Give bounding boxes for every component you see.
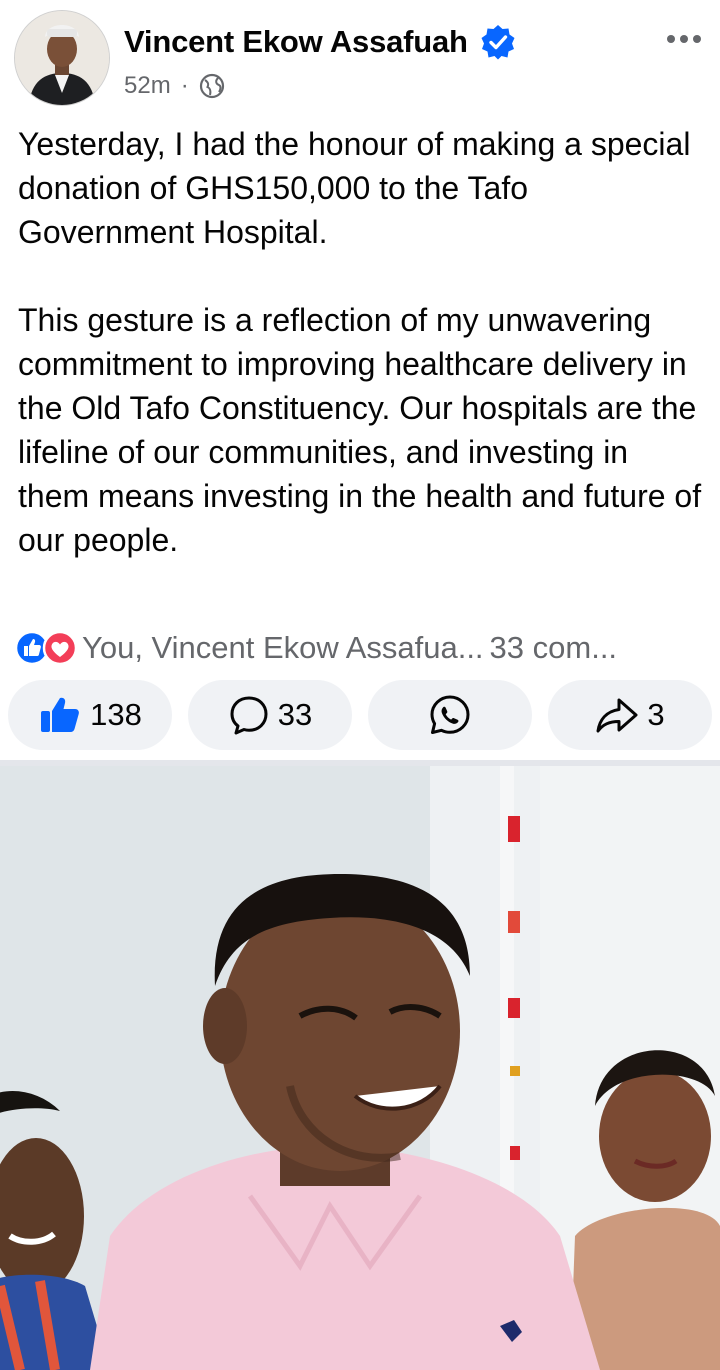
meta-separator: · [180,72,189,99]
verified-badge-icon [481,25,515,60]
whatsapp-share-button[interactable] [368,680,532,750]
reaction-names: You, Vincent Ekow Assafua... [82,630,484,665]
post-photo[interactable] [0,766,720,1370]
comment-button[interactable]: 33 [188,680,352,750]
share-icon [596,698,638,733]
post-actions: 138 33 3 [0,678,720,754]
post-meta: 52m · [124,72,225,100]
reaction-icons [14,630,80,666]
comment-count: 33 [277,697,313,732]
share-button[interactable]: 3 [548,680,712,750]
like-count: 138 [90,697,142,732]
love-icon [42,630,78,666]
author-name[interactable]: Vincent Ekow Assafuah [124,24,468,60]
more-options-icon[interactable] [664,24,704,54]
post-header: Vincent Ekow Assafuah 52m · [0,0,720,110]
author-avatar[interactable] [14,10,110,106]
reactions-summary[interactable]: You, Vincent Ekow Assafua... 33 com... [14,626,714,670]
like-icon [41,697,80,732]
author-row: Vincent Ekow Assafuah [124,24,516,60]
comment-icon [230,696,268,735]
post-paragraph-2: This gesture is a reflection of my unwav… [18,302,702,558]
globe-icon [199,73,224,99]
share-count: 3 [647,697,665,732]
comment-count-summary[interactable]: 33 com... [490,630,618,666]
whatsapp-icon [430,695,470,734]
post-body: Yesterday, I had the honour of making a … [18,122,708,562]
post-image [0,766,720,1370]
post-time[interactable]: 52m [124,72,171,100]
post-paragraph-1: Yesterday, I had the honour of making a … [18,126,691,250]
avatar-photo [15,11,109,105]
like-button[interactable]: 138 [8,680,172,750]
